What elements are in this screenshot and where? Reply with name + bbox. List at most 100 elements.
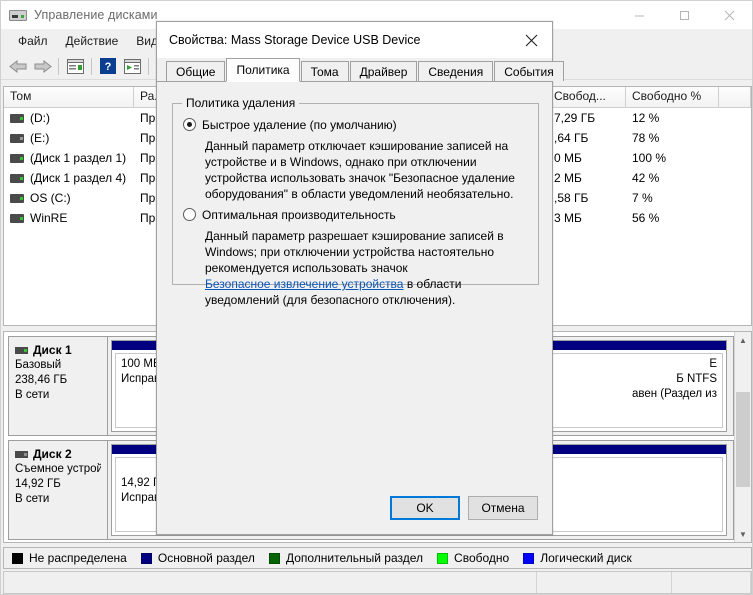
- volume-free: 3 МБ: [554, 211, 582, 225]
- column-header-volume[interactable]: Том: [4, 87, 134, 107]
- radio-better-performance[interactable]: Оптимальная производительность: [183, 208, 396, 222]
- window-title: Управление дисками: [34, 8, 158, 22]
- disk-status: В сети: [15, 389, 50, 401]
- properties-dialog: Свойства: Mass Storage Device USB Device…: [156, 21, 564, 535]
- legend-bar: Не распределена Основной раздел Дополнит…: [3, 547, 752, 569]
- quick-removal-description: Данный параметр отключает кэширование за…: [205, 139, 515, 201]
- dialog-body: Политика удаления Быстрое удаление (по у…: [157, 83, 552, 534]
- legend-label: Основной раздел: [157, 551, 255, 565]
- volume-free: 7,29 ГБ: [554, 111, 596, 125]
- volume-icon: [10, 133, 24, 143]
- disk-size: 14,92 ГБ: [15, 478, 61, 490]
- disk-icon: [15, 451, 28, 458]
- legend-item-extended: Дополнительный раздел: [268, 551, 424, 565]
- tab-driver[interactable]: Драйвер: [349, 61, 418, 81]
- toolbar-separator: [91, 57, 92, 75]
- column-header-free[interactable]: Свобод...: [548, 87, 626, 107]
- better-performance-description: Данный параметр разрешает кэширование за…: [205, 228, 523, 308]
- tab-events[interactable]: События: [494, 61, 564, 81]
- radio-button-icon[interactable]: [183, 118, 196, 131]
- tab-volumes[interactable]: Тома: [300, 61, 349, 81]
- disk-size: 238,46 ГБ: [15, 374, 68, 386]
- volume-free-pct: 78 %: [632, 131, 660, 145]
- disk-info-panel[interactable]: Диск 2 Съемное устрой 14,92 ГБ В сети: [8, 440, 108, 540]
- legend-swatch: [12, 552, 23, 564]
- scrollbar-thumb[interactable]: [736, 392, 750, 487]
- legend-item-unallocated: Не распределена: [12, 551, 127, 565]
- maximize-icon[interactable]: [662, 1, 707, 29]
- close-icon[interactable]: [510, 22, 552, 58]
- desc-text-before: Данный параметр разрешает кэширование за…: [205, 229, 504, 275]
- disk-type: Съемное устрой: [15, 463, 101, 475]
- properties-icon[interactable]: [120, 55, 144, 77]
- tab-details[interactable]: Сведения: [418, 61, 494, 81]
- minimize-icon[interactable]: [617, 1, 662, 29]
- scroll-down-icon[interactable]: ▼: [735, 526, 751, 542]
- legend-swatch: [523, 552, 535, 564]
- statusbar-cell-main: [4, 572, 537, 593]
- dialog-buttons: OK Отмена: [382, 496, 538, 520]
- tab-policy[interactable]: Политика: [226, 58, 300, 82]
- dialog-title: Свойства: Mass Storage Device USB Device: [169, 33, 421, 47]
- volume-icon: [10, 213, 24, 223]
- toolbar-separator: [148, 57, 149, 75]
- volume-free: ,58 ГБ: [554, 191, 589, 205]
- vertical-scrollbar[interactable]: ▲ ▼: [734, 332, 751, 542]
- legend-label: Не распределена: [29, 551, 127, 565]
- back-arrow-icon[interactable]: [6, 55, 30, 77]
- legend-swatch: [268, 552, 280, 564]
- legend-label: Логический диск: [540, 551, 632, 565]
- volume-icon: [10, 173, 24, 183]
- volume-free: ,64 ГБ: [554, 131, 589, 145]
- volume-name: (Диск 1 раздел 4): [30, 171, 127, 185]
- volume-icon: [10, 153, 24, 163]
- volume-free-pct: 12 %: [632, 111, 660, 125]
- volume-icon: [10, 113, 24, 123]
- disk-drive-icon: [9, 7, 27, 23]
- volume-icon: [10, 193, 24, 203]
- statusbar-cell-two: [537, 572, 672, 593]
- forward-arrow-icon[interactable]: [30, 55, 54, 77]
- legend-item-logical: Логический диск: [523, 551, 632, 565]
- disk-type: Базовый: [15, 359, 62, 371]
- window-controls: [617, 1, 752, 29]
- safe-removal-link[interactable]: Безопасное извлечение устройства: [205, 277, 403, 291]
- dialog-titlebar: Свойства: Mass Storage Device USB Device: [157, 22, 552, 58]
- list-view-icon[interactable]: [63, 55, 87, 77]
- statusbar-cell-three: [672, 572, 751, 593]
- legend-item-free: Свободно: [437, 551, 509, 565]
- disk-info-panel[interactable]: Диск 1 Базовый 238,46 ГБ В сети: [8, 336, 108, 436]
- scroll-up-icon[interactable]: ▲: [735, 332, 751, 348]
- legend-swatch: [437, 552, 449, 564]
- legend-item-primary: Основной раздел: [140, 551, 255, 565]
- volume-free: 0 МБ: [554, 151, 582, 165]
- radio-button-icon[interactable]: [183, 208, 196, 221]
- volume-free: 2 МБ: [554, 171, 582, 185]
- dialog-tabs: Общие Политика Тома Драйвер Сведения Соб…: [157, 58, 564, 82]
- cancel-button[interactable]: Отмена: [468, 496, 538, 520]
- radio-quick-removal[interactable]: Быстрое удаление (по умолчанию): [183, 118, 397, 132]
- disk-name: Диск 1: [33, 343, 72, 357]
- legend-label: Свободно: [454, 551, 510, 565]
- tab-general[interactable]: Общие: [166, 61, 226, 81]
- column-header-free-pct[interactable]: Свободно %: [626, 87, 719, 107]
- column-header-spacer: [719, 87, 751, 107]
- legend-label: Дополнительный раздел: [285, 551, 424, 565]
- volume-free-pct: 56 %: [632, 211, 660, 225]
- statusbar: [3, 571, 752, 594]
- menu-file[interactable]: Файл: [9, 31, 57, 51]
- help-icon[interactable]: ?: [96, 55, 120, 77]
- close-icon[interactable]: [707, 1, 752, 29]
- toolbar-separator: [58, 57, 59, 75]
- radio-label: Оптимальная производительность: [202, 208, 396, 222]
- screen: Управление дисками Файл Действие Вид ? Т…: [0, 0, 753, 595]
- legend-swatch: [140, 552, 152, 564]
- volume-free-pct: 7 %: [632, 191, 653, 205]
- ok-button[interactable]: OK: [390, 496, 460, 520]
- disk-name: Диск 2: [33, 447, 72, 461]
- removal-policy-group: Политика удаления Быстрое удаление (по у…: [172, 96, 539, 307]
- disk-status: В сети: [15, 493, 50, 505]
- volume-name: OS (C:): [30, 191, 71, 205]
- menu-action[interactable]: Действие: [57, 31, 128, 51]
- radio-label: Быстрое удаление (по умолчанию): [202, 118, 397, 132]
